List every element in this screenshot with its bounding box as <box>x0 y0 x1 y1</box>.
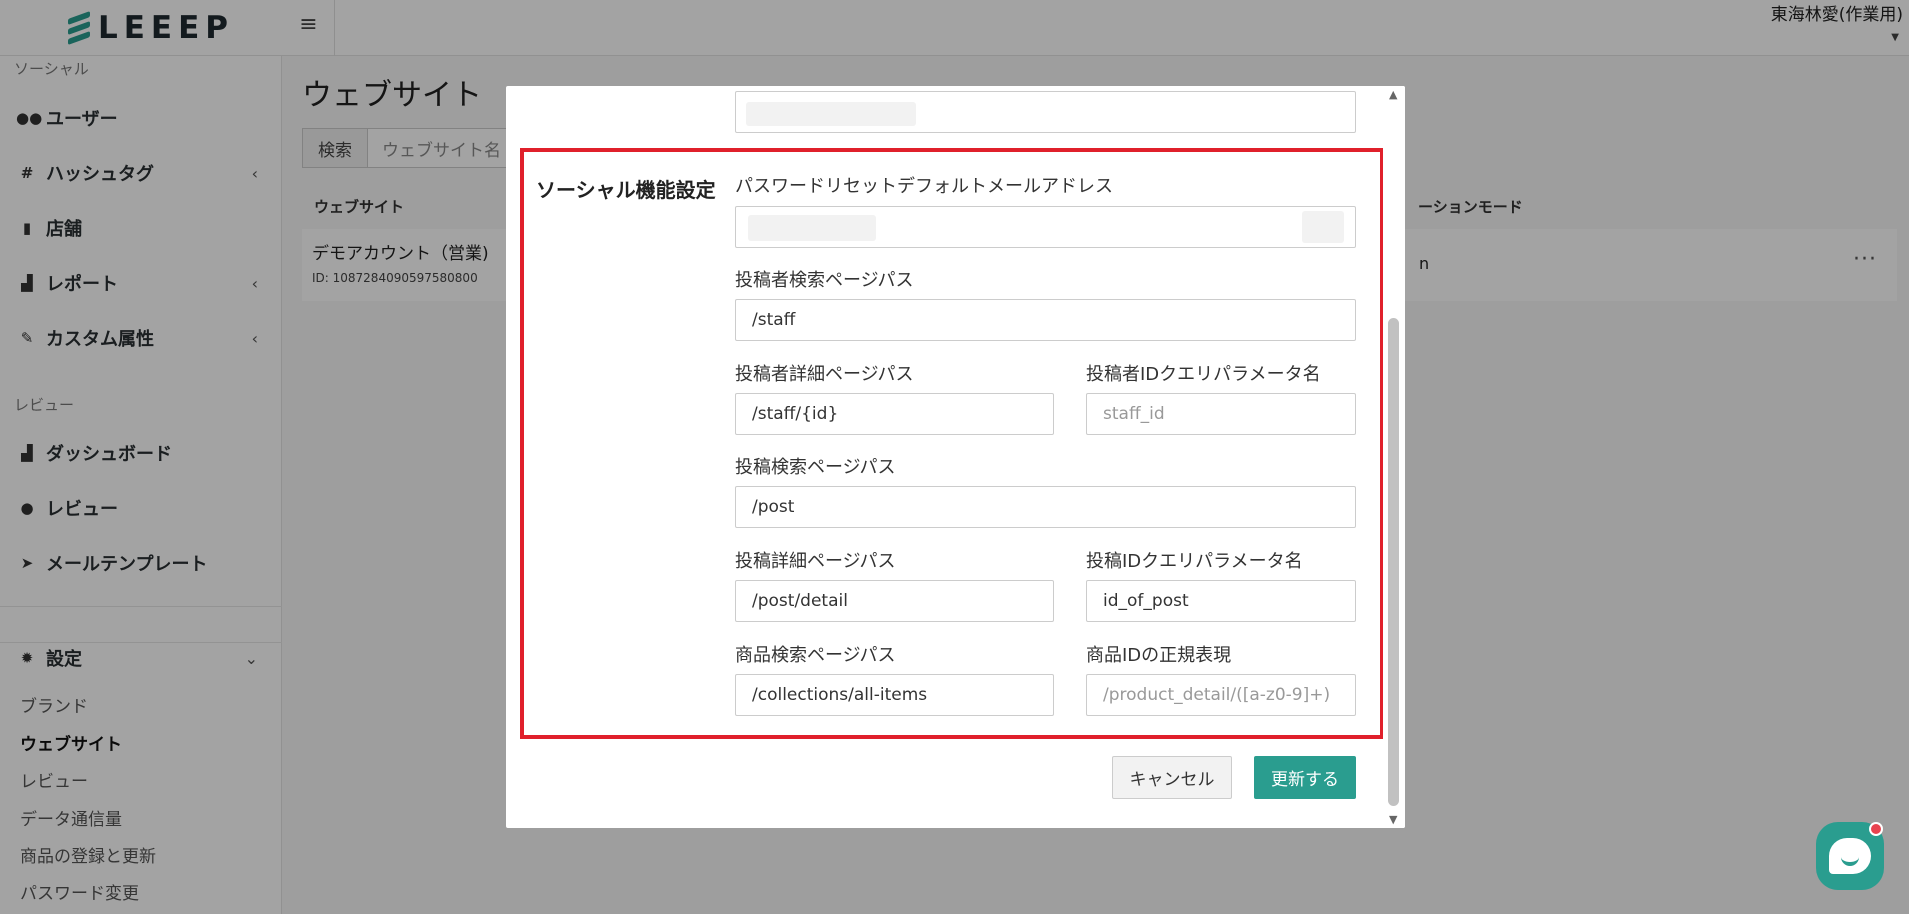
product-search-path-field[interactable]: /collections/all-items <box>735 674 1054 716</box>
website-edit-modal: ソーシャル機能設定 パスワードリセットデフォルトメールアドレス 投稿者検索ページ… <box>506 86 1405 828</box>
post-id-param-field[interactable]: id_of_post <box>1086 580 1356 622</box>
chat-icon <box>1829 838 1871 874</box>
scroll-up-icon[interactable]: ▲ <box>1389 88 1397 101</box>
update-button[interactable]: 更新する <box>1254 756 1356 799</box>
masked-value <box>1302 211 1344 243</box>
post-id-label: 投稿IDクエリパラメータ名 <box>1086 551 1303 572</box>
poster-id-param-field[interactable]: staff_id <box>1086 393 1356 435</box>
password-reset-label: パスワードリセットデフォルトメールアドレス <box>735 176 1113 197</box>
masked-value <box>748 215 876 241</box>
scroll-down-icon[interactable]: ▼ <box>1389 813 1397 826</box>
poster-search-path-field[interactable]: /staff <box>735 299 1356 341</box>
post-search-label: 投稿検索ページパス <box>735 457 896 478</box>
masked-field-top[interactable] <box>735 91 1356 133</box>
post-search-path-field[interactable]: /post <box>735 486 1356 528</box>
poster-id-label: 投稿者IDクエリパラメータ名 <box>1086 364 1321 385</box>
modal-scrollbar[interactable]: ▲ ▼ <box>1383 86 1405 828</box>
product-id-regex-field[interactable]: /product_detail/([a-z0-9]+) <box>1086 674 1356 716</box>
cancel-button[interactable]: キャンセル <box>1112 756 1232 799</box>
section-title: ソーシャル機能設定 <box>536 178 716 202</box>
poster-detail-label: 投稿者詳細ページパス <box>735 364 914 385</box>
poster-search-label: 投稿者検索ページパス <box>735 270 914 291</box>
product-search-label: 商品検索ページパス <box>735 645 896 666</box>
masked-value <box>746 102 916 126</box>
post-detail-path-field[interactable]: /post/detail <box>735 580 1054 622</box>
password-reset-email-field[interactable] <box>735 206 1356 248</box>
product-regex-label: 商品IDの正規表現 <box>1086 645 1232 666</box>
poster-detail-path-field[interactable]: /staff/{id} <box>735 393 1054 435</box>
notification-dot <box>1869 822 1883 836</box>
scrollbar-thumb[interactable] <box>1388 318 1399 806</box>
post-detail-label: 投稿詳細ページパス <box>735 551 896 572</box>
